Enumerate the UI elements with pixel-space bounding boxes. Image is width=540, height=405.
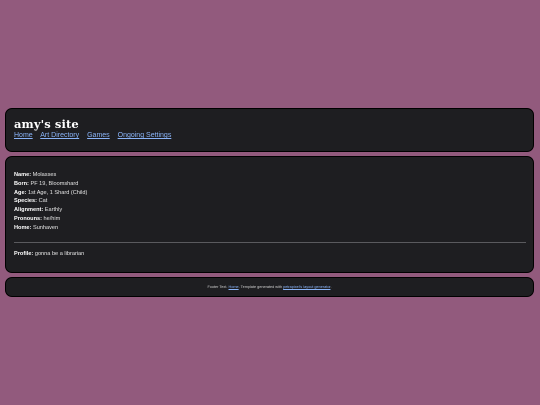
field-home: Home: Sunhaven: [14, 224, 87, 233]
field-value: Sunhaven: [31, 224, 59, 231]
field-label: Born:: [14, 180, 29, 187]
field-label: Home:: [14, 224, 32, 231]
character-info-list: Name: Molasses Born: PF 19, Bloomshard A…: [14, 171, 87, 233]
footer-prefix: Footer Text.: [207, 284, 229, 289]
footer-generator-link[interactable]: petrapixel's layout generator: [283, 285, 330, 289]
field-born: Born: PF 19, Bloomshard: [14, 180, 87, 189]
footer-middle: . Template generated with: [238, 284, 284, 289]
field-label: Alignment:: [14, 207, 44, 214]
footer-home-link[interactable]: Home: [229, 285, 239, 289]
profile-line: Profile: gonna be a librarian: [14, 251, 84, 257]
field-value: he/him: [41, 215, 61, 222]
main-nav: Home Art Directory Games Ongoing Setting…: [14, 132, 177, 139]
field-name: Name: Molasses: [14, 171, 87, 180]
field-label: Species:: [14, 198, 38, 205]
nav-link-art-directory[interactable]: Art Directory: [40, 132, 79, 139]
footer-panel: Footer Text. Home. Template generated wi…: [5, 277, 534, 297]
section-divider: [14, 242, 526, 243]
field-value: Molasses: [31, 172, 57, 178]
footer-text: Footer Text. Home. Template generated wi…: [6, 285, 533, 289]
field-value: Cat: [37, 198, 48, 205]
field-pronouns: Pronouns: he/him: [14, 215, 87, 224]
nav-link-home[interactable]: Home: [14, 132, 33, 139]
profile-value: gonna be a librarian: [33, 251, 85, 257]
field-value: PF 19, Bloomshard: [28, 180, 79, 187]
nav-link-ongoing-settings[interactable]: Ongoing Settings: [118, 132, 172, 139]
field-label: Age:: [14, 189, 27, 196]
header-panel: amy's site Home Art Directory Games Ongo…: [5, 108, 534, 152]
main-content-panel: Name: Molasses Born: PF 19, Bloomshard A…: [5, 156, 534, 273]
field-age: Age: 1st Age, 1 Shard (Child): [14, 189, 87, 198]
profile-label: Profile:: [14, 251, 34, 257]
page: { "site": { "title": "amy's site" }, "na…: [0, 0, 540, 405]
field-label: Name:: [14, 172, 32, 178]
field-value: Earthly: [43, 207, 63, 214]
nav-link-games[interactable]: Games: [87, 132, 110, 139]
site-title: amy's site: [14, 117, 79, 131]
field-species: Species: Cat: [14, 197, 87, 206]
field-value: 1st Age, 1 Shard (Child): [26, 189, 88, 196]
field-alignment: Alignment: Earthly: [14, 206, 87, 215]
field-label: Pronouns:: [14, 215, 42, 222]
footer-suffix: .: [330, 284, 332, 289]
